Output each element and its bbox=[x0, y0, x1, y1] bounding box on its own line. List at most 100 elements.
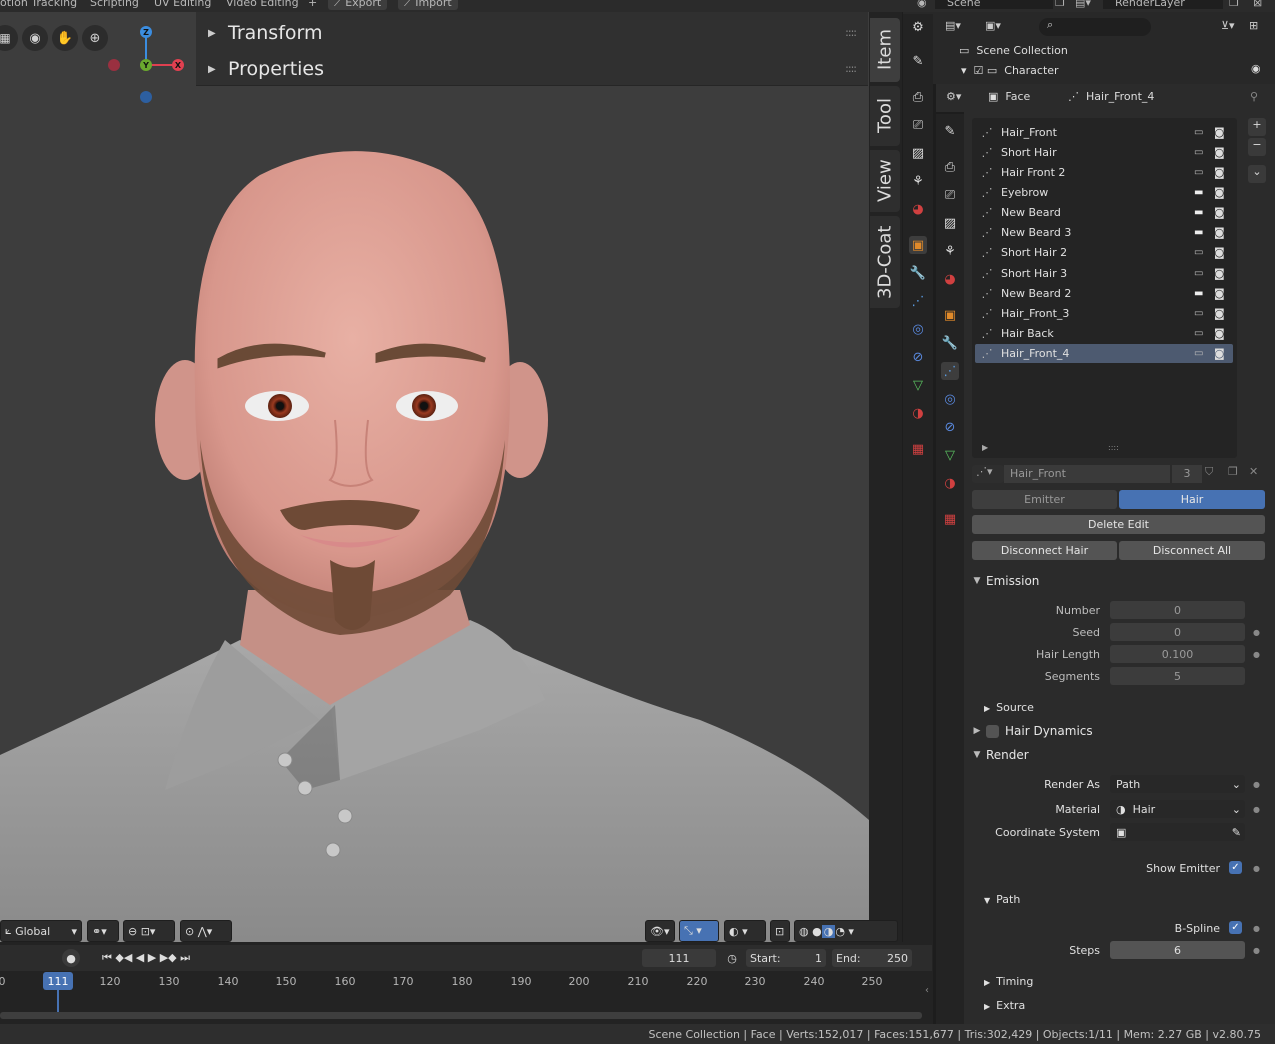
gizmo-neg-x[interactable] bbox=[108, 59, 120, 71]
editor-type-icon[interactable]: ▤▾ bbox=[945, 19, 961, 32]
hair-length-field[interactable]: 0.100 bbox=[1110, 645, 1245, 663]
render-icon[interactable]: ⎙ bbox=[909, 88, 927, 106]
timing-subpanel[interactable]: ▶ Timing bbox=[984, 975, 1033, 988]
keyframe-dot-icon[interactable]: ● bbox=[1253, 780, 1260, 789]
list-item[interactable]: ⋰ New Beard 3 ▬ ◙ bbox=[975, 223, 1233, 242]
data-icon[interactable]: ▽ bbox=[941, 446, 959, 464]
snap-toggle[interactable]: ⊖ ⊡▾ bbox=[123, 920, 175, 942]
disconnect-hair-button[interactable]: Disconnect Hair bbox=[972, 541, 1117, 560]
hair-dynamics-checkbox[interactable] bbox=[986, 724, 999, 738]
tab-item[interactable]: Item bbox=[870, 18, 900, 82]
filter-icon[interactable]: ⊻▾ bbox=[1221, 19, 1235, 32]
world-icon[interactable]: ◕ bbox=[909, 200, 927, 218]
output-icon[interactable]: ⎚ bbox=[909, 116, 927, 134]
timeline-scrollbar[interactable] bbox=[0, 1012, 922, 1019]
drag-grip-icon[interactable]: :::: bbox=[845, 62, 857, 75]
texture-icon[interactable]: ▦ bbox=[909, 440, 927, 458]
tool-icon[interactable]: ✎ bbox=[941, 122, 959, 140]
outliner-search-input[interactable]: ⌕ bbox=[1039, 18, 1151, 36]
remove-particle-system-button[interactable]: − bbox=[1248, 138, 1266, 156]
gizmo-z[interactable]: Z bbox=[140, 26, 152, 38]
start-frame-field[interactable]: Start: 1 bbox=[746, 949, 826, 967]
emitter-tab[interactable]: Emitter bbox=[972, 490, 1117, 509]
outliner-item-character[interactable]: ▾ ☑ ▭ Character bbox=[961, 64, 1059, 77]
viewport-visibility-icon[interactable]: ▭ bbox=[1194, 308, 1203, 319]
tab-motion-tracking[interactable]: otion Tracking bbox=[0, 0, 77, 9]
properties-panel[interactable]: ▶ Properties bbox=[208, 58, 324, 80]
viewport-visibility-icon[interactable]: ▭ bbox=[1194, 127, 1203, 138]
viewport-visibility-icon[interactable]: ▭ bbox=[1194, 147, 1203, 158]
render-visibility-icon[interactable]: ◙ bbox=[1214, 327, 1225, 340]
list-item[interactable]: ⋰ Short Hair ▭ ◙ bbox=[975, 143, 1233, 162]
particle-settings-browse[interactable]: ⋰▾ bbox=[972, 465, 1004, 483]
render-visibility-icon[interactable]: ◙ bbox=[1214, 166, 1225, 179]
hair-tab[interactable]: Hair bbox=[1119, 490, 1265, 509]
fake-user-icon[interactable]: ⛉ bbox=[1205, 465, 1213, 479]
show-emitter-checkbox[interactable]: ✓ bbox=[1229, 861, 1242, 874]
list-item[interactable]: ⋰ Short Hair 3 ▭ ◙ bbox=[975, 264, 1233, 283]
xray-toggle[interactable]: ⊡ bbox=[770, 920, 790, 942]
new-scene-icon[interactable]: ❐ bbox=[1055, 0, 1065, 9]
viewport-visibility-icon[interactable]: ▬ bbox=[1194, 227, 1203, 238]
segments-field[interactable]: 5 bbox=[1110, 667, 1245, 685]
material-icon[interactable]: ◑ bbox=[941, 474, 959, 492]
playback-controls[interactable]: ⏮ ◆◀ ◀ ▶ ▶◆ ⏭ bbox=[86, 949, 206, 967]
list-item[interactable]: ⋰ Short Hair 2 ▭ ◙ bbox=[975, 243, 1233, 262]
constraints-icon[interactable]: ⊘ bbox=[909, 348, 927, 366]
record-button[interactable]: ● bbox=[62, 949, 80, 967]
breadcrumb-particle[interactable]: ⋰ Hair_Front_4 bbox=[1068, 90, 1154, 103]
list-resize-grip-icon[interactable]: :::: bbox=[1108, 443, 1119, 452]
viewport-visibility-icon[interactable]: ▭ bbox=[1194, 167, 1203, 178]
drag-grip-icon[interactable]: :::: bbox=[845, 26, 857, 39]
material-icon[interactable]: ◑ bbox=[909, 404, 927, 422]
render-as-dropdown[interactable]: Path ⌄ bbox=[1110, 775, 1245, 793]
tool-icon[interactable]: ✎ bbox=[909, 52, 927, 70]
list-item[interactable]: ⋰ New Beard ▬ ◙ bbox=[975, 203, 1233, 222]
render-visibility-icon[interactable]: ◙ bbox=[1214, 126, 1225, 139]
material-dropdown[interactable]: ◑ Hair ⌄ bbox=[1110, 800, 1245, 818]
particles-icon[interactable]: ⋰ bbox=[909, 292, 927, 310]
keyframe-dot-icon[interactable]: ● bbox=[1253, 650, 1260, 659]
stopwatch-icon[interactable]: ◷ bbox=[722, 949, 742, 967]
delete-edit-button[interactable]: Delete Edit bbox=[972, 515, 1265, 534]
render-visibility-icon[interactable]: ◙ bbox=[1214, 347, 1225, 360]
physics-icon[interactable]: ◎ bbox=[941, 390, 959, 408]
editor-type-icon[interactable]: ⚙▾ bbox=[946, 90, 961, 103]
physics-icon[interactable]: ◎ bbox=[909, 320, 927, 338]
export-button[interactable]: ⟋ Export bbox=[328, 0, 388, 10]
object-icon[interactable]: ▣ bbox=[941, 306, 959, 324]
import-button[interactable]: ⟋ Import bbox=[398, 0, 458, 10]
proportional-edit-toggle[interactable]: ⊙ ⋀▾ bbox=[180, 920, 232, 942]
viewport-visibility-icon[interactable]: ▬ bbox=[1194, 187, 1203, 198]
current-frame-field[interactable]: 111 bbox=[642, 949, 716, 967]
scene-icon[interactable]: ⚘ bbox=[941, 242, 959, 260]
tab-uv-editing[interactable]: UV Editing bbox=[154, 0, 211, 9]
copy-view-layer-icon[interactable]: ❐ bbox=[1229, 0, 1239, 9]
playhead[interactable]: 111 bbox=[43, 972, 73, 990]
tab-3d-coat[interactable]: 3D-Coat bbox=[870, 216, 900, 308]
object-icon[interactable]: ▣ bbox=[909, 236, 927, 254]
source-subpanel[interactable]: ▶ Source bbox=[984, 701, 1034, 714]
tab-video-editing[interactable]: Video Editing bbox=[226, 0, 299, 9]
gizmo-neg-z[interactable] bbox=[140, 91, 152, 103]
view-layer-icon[interactable]: ▨ bbox=[909, 144, 927, 162]
steps-field[interactable]: 6 bbox=[1110, 941, 1245, 959]
visibility-dropdown[interactable]: 👁▾ bbox=[645, 920, 675, 942]
toggle-icon[interactable]: ⚙ bbox=[909, 18, 927, 36]
bspline-checkbox[interactable]: ✓ bbox=[1229, 921, 1242, 934]
view-layer-icon[interactable]: ▨ bbox=[941, 214, 959, 232]
add-particle-system-button[interactable]: + bbox=[1248, 118, 1266, 136]
modifier-icon[interactable]: 🔧 bbox=[909, 264, 927, 282]
hand-pan-icon[interactable]: ✋ bbox=[52, 25, 78, 51]
emission-panel-header[interactable]: ▼ Emission bbox=[964, 570, 1270, 592]
path-subpanel[interactable]: ▼ Path bbox=[984, 893, 1020, 906]
pin-icon[interactable]: ⚲ bbox=[1250, 90, 1258, 103]
list-item[interactable]: ⋰ Hair Back ▭ ◙ bbox=[975, 324, 1233, 343]
render-visibility-icon[interactable]: ◙ bbox=[1214, 307, 1225, 320]
coordinate-system-field[interactable]: ▣ ✎ bbox=[1110, 823, 1245, 841]
overlays-toggle[interactable]: ◐ ▾ bbox=[724, 920, 766, 942]
render-visibility-icon[interactable]: ◙ bbox=[1214, 146, 1225, 159]
eyedropper-icon[interactable]: ✎ bbox=[1232, 826, 1241, 839]
render-visibility-icon[interactable]: ◙ bbox=[1214, 206, 1225, 219]
pivot-point-dropdown[interactable]: ⚭▾ bbox=[87, 920, 119, 942]
